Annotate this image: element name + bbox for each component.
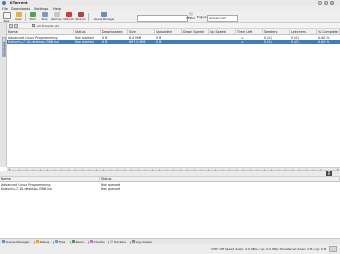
side-tab-bar: Downloads <box>0 23 7 167</box>
column-header-complete[interactable]: % Complete <box>317 29 340 35</box>
main-toolbar: New Open Start Stop Remove Start All Sto… <box>0 11 340 23</box>
new-document-icon <box>2 12 11 19</box>
filter-icon <box>188 12 193 16</box>
window-title: KTorrent <box>10 0 28 5</box>
ipfilter-button[interactable]: IPFilter <box>186 12 195 22</box>
remove-group-icon[interactable] <box>14 24 18 28</box>
delete-icon <box>65 12 72 17</box>
play-icon <box>29 12 36 17</box>
toolbar-separator <box>88 13 89 21</box>
column-header-size[interactable]: Size <box>128 29 155 35</box>
column-header-up-speed[interactable]: Up Speed <box>209 29 236 35</box>
status-text: DHT: Off Speed down: 0.0 KB/s / up: 0.0 … <box>211 247 326 251</box>
close-icon[interactable]: × <box>330 1 334 5</box>
table-row-selected[interactable]: Kubuntu-7.10-desktop-i386.iso Not starte… <box>7 39 340 44</box>
files-icon <box>55 240 58 243</box>
app-icon <box>2 1 6 5</box>
folder-open-icon <box>15 12 22 17</box>
queue-icon <box>2 240 5 243</box>
queue-icon <box>101 12 107 17</box>
minimize-icon[interactable]: – <box>318 1 322 5</box>
info-icon <box>36 240 39 243</box>
menu-file[interactable]: File <box>2 7 8 11</box>
queue-column-name[interactable]: Name <box>0 177 100 182</box>
filter-label: All Torrents (2) <box>37 24 59 28</box>
column-header-time-left[interactable]: Time Left <box>236 29 263 35</box>
menu-settings[interactable]: Settings <box>34 7 48 11</box>
open-button[interactable]: Open <box>13 12 24 22</box>
menu-help[interactable]: Help <box>53 7 61 11</box>
peers-icon <box>72 240 75 243</box>
stop-all-button[interactable]: Stop All <box>75 12 86 22</box>
search-field[interactable] <box>137 14 188 22</box>
add-group-icon[interactable] <box>9 24 13 28</box>
engine-select[interactable]: isohunt.com <box>207 14 238 22</box>
column-header-name[interactable]: Name <box>7 29 74 35</box>
list-remove-icon <box>53 12 60 17</box>
resize-grip-icon[interactable] <box>329 246 337 252</box>
engine-label: Engine: <box>197 15 208 19</box>
column-header-uploaded[interactable]: Uploaded <box>155 29 182 35</box>
column-header-leechers[interactable]: Leechers <box>290 29 317 35</box>
start-button[interactable]: Start <box>27 12 38 22</box>
column-header-status[interactable]: Status <box>74 29 101 35</box>
pause-icon <box>41 12 48 17</box>
queue-column-status[interactable]: Status <box>100 177 340 182</box>
toolbar-separator <box>25 13 26 21</box>
new-button[interactable]: New <box>1 12 12 23</box>
tab-downloads[interactable]: Downloads <box>1 37 6 57</box>
queue-manager-button[interactable]: Queue Manager <box>91 12 117 22</box>
remove-button[interactable]: Remove <box>51 12 62 22</box>
filter-checkbox[interactable] <box>32 24 35 28</box>
log-icon <box>132 240 135 243</box>
column-header-downloaded[interactable]: Downloaded <box>101 29 128 35</box>
queue-panel: Name Status Advanced Linux Programming N… <box>0 176 340 236</box>
chunks-icon <box>90 240 93 243</box>
column-header-seeders[interactable]: Seeders <box>263 29 290 35</box>
trackers-icon <box>110 240 113 243</box>
queue-row[interactable]: Kubuntu-7.10-desktop-i386.iso Not queued <box>0 187 340 191</box>
column-header-down-speed[interactable]: Down Speed <box>182 29 209 35</box>
stop-all-icon <box>77 12 84 17</box>
stop-button[interactable]: Stop <box>39 12 50 22</box>
torrent-table: Name Status Downloaded Size Uploaded Dow… <box>7 29 340 167</box>
start-all-button[interactable]: Start All <box>63 12 74 22</box>
maximize-icon[interactable]: □ <box>324 1 328 5</box>
status-bar: DHT: Off Speed down: 0.0 KB/s / up: 0.0 … <box>0 244 340 254</box>
menu-downloads[interactable]: Downloads <box>11 7 30 11</box>
